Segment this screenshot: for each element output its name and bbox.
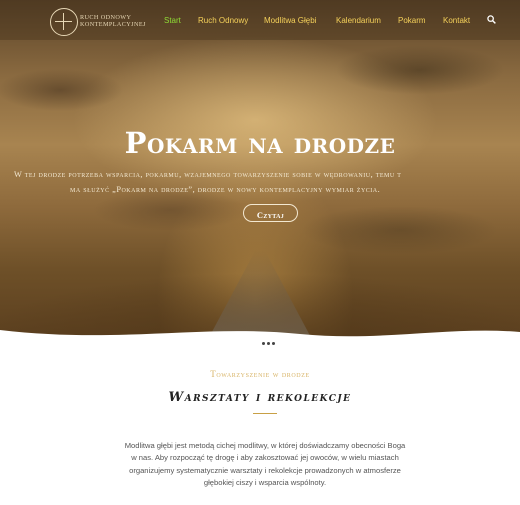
hero-bottom-curve [0,330,520,345]
section-divider [253,413,277,414]
nav-item-kalendarium[interactable]: Kalendarium [336,16,381,25]
logo-text[interactable]: RUCH ODNOWY KONTEMPLACYJNEJ [80,14,146,28]
section-eyebrow: Towarzyszenie w drodze [210,369,310,379]
hero-subtitle-line2: ma służyć „Pokarm na drodze”, drodze w n… [70,185,381,194]
logo-text-line2: KONTEMPLACYJNEJ [80,21,146,28]
slider-dot[interactable] [262,342,265,345]
nav-item-ruch-odnowy[interactable]: Ruch Odnowy [198,16,248,25]
nav-item-kontakt[interactable]: Kontakt [443,16,470,25]
section-body-line3: organizujemy systematycznie warsztaty i … [129,465,401,475]
hero-subtitle-line1: W tej drodze potrzeba wsparcia, pokarmu,… [14,170,402,179]
section-body: Modlitwa głębi jest metodą cichej modlit… [100,440,430,490]
logo[interactable] [50,8,78,36]
hero-banner: RUCH ODNOWY KONTEMPLACYJNEJ Start Ruch O… [0,0,520,345]
nav-item-modlitwa-glebi[interactable]: Modlitwa Głębi [264,16,316,25]
section-body-line2: w nas. Aby rozpocząć tę drogę i aby zako… [131,453,399,463]
hero-title: Pokarm na drodze [124,126,396,160]
slider-dot[interactable] [267,342,270,345]
section-title: Warsztaty i rekolekcje [168,390,352,405]
section-body-line4: głębokiej ciszy i wsparcia wspólnoty. [203,478,327,488]
top-navigation: RUCH ODNOWY KONTEMPLACYJNEJ Start Ruch O… [0,0,520,40]
search-icon[interactable] [487,15,496,24]
read-button[interactable]: Czytaj [243,204,298,222]
logo-cross-horizontal [55,21,72,22]
nav-item-pokarm[interactable]: Pokarm [398,16,426,25]
slider-dot[interactable] [272,342,275,345]
logo-text-line1: RUCH ODNOWY [80,14,132,21]
section-body-line1: Modlitwa głębi jest metodą cichej modlit… [124,441,406,450]
nav-item-start[interactable]: Start [164,16,181,25]
